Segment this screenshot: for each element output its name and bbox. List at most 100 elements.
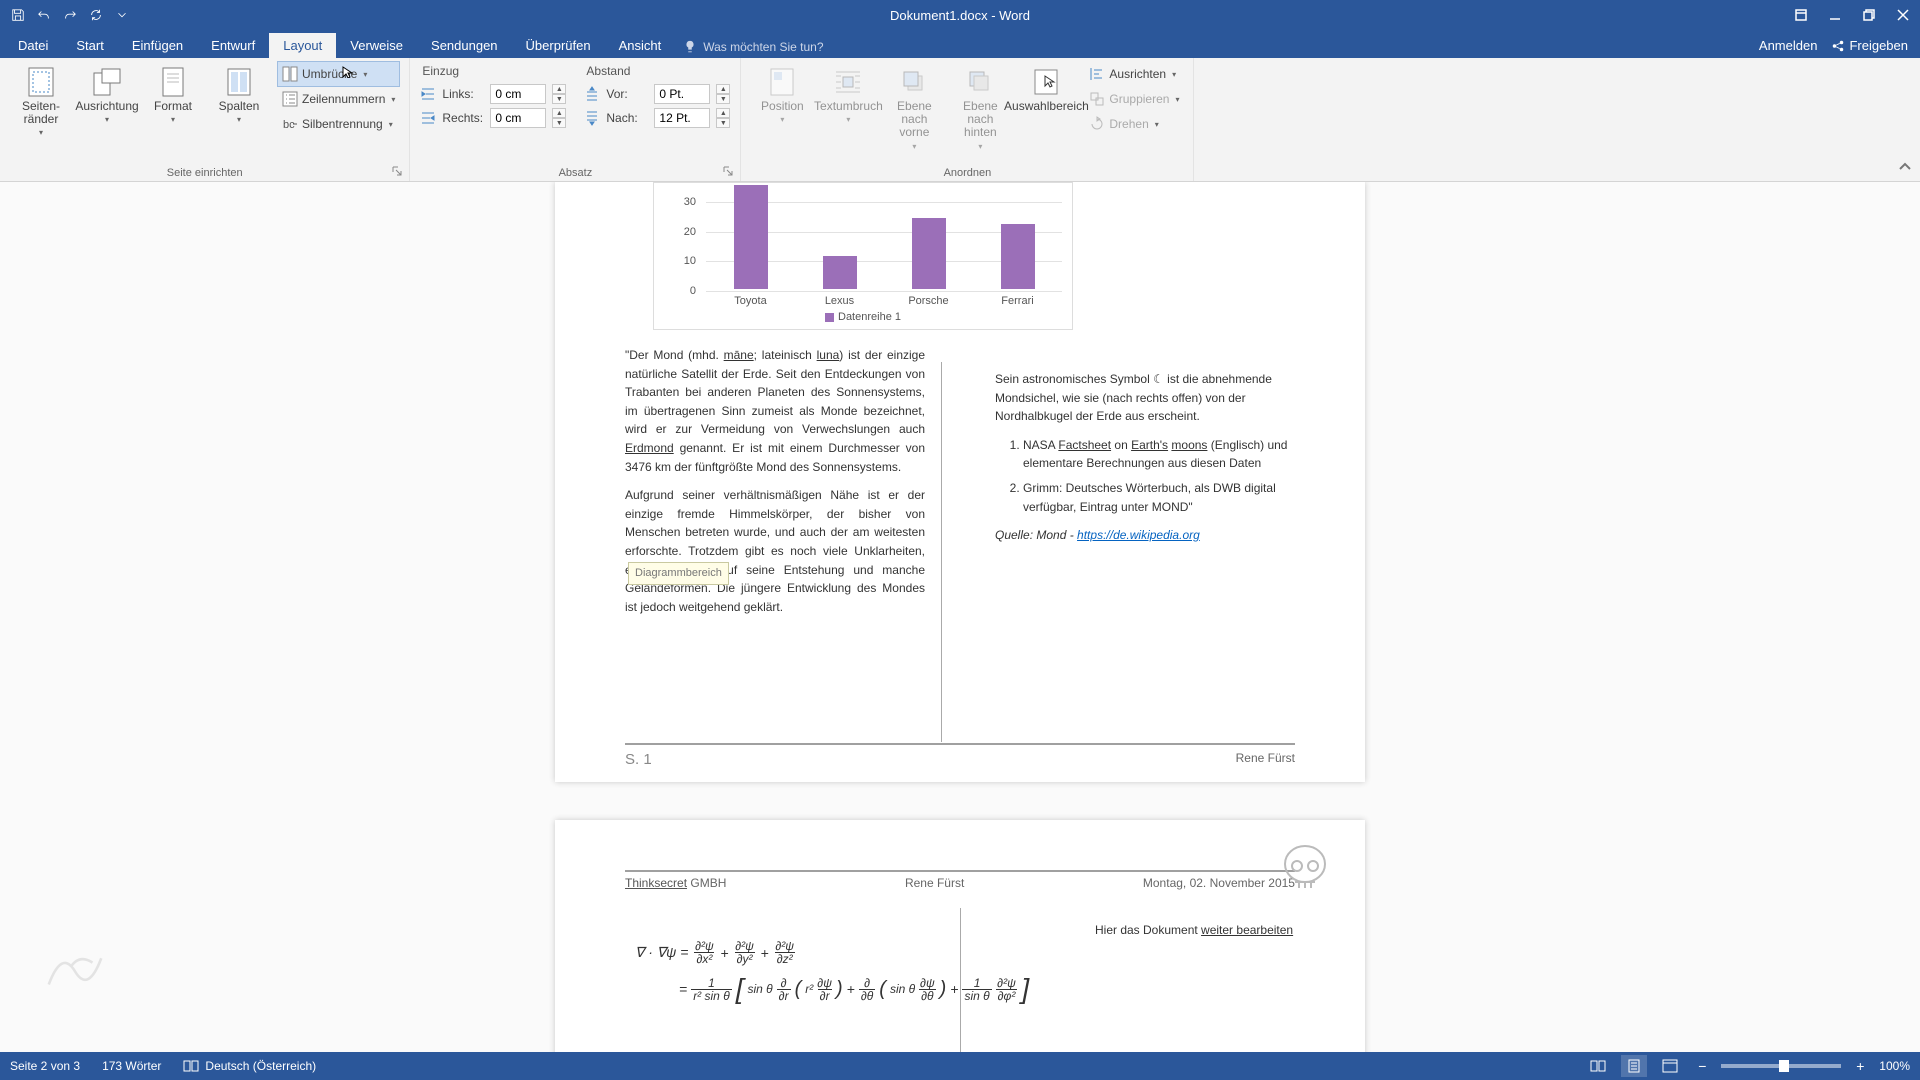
paragraph-launcher[interactable]: [722, 166, 734, 178]
indent-left-field: Links: ▲▼: [420, 82, 566, 106]
status-page[interactable]: Seite 2 von 3: [10, 1059, 80, 1073]
tab-ansicht[interactable]: Ansicht: [605, 33, 676, 58]
spacing-after-icon: [584, 110, 600, 126]
redo-icon[interactable]: [58, 4, 82, 26]
position-icon: [766, 66, 798, 98]
body-text-right[interactable]: Sein astronomisches Symbol ☾ ist die abn…: [995, 370, 1295, 545]
group-icon: [1089, 91, 1105, 107]
spinner-down[interactable]: ▼: [716, 118, 730, 128]
group-seite-einrichten: Seiten- ränder▾ Ausrichtung▾ Format▾ Spa…: [0, 58, 410, 181]
columns-button[interactable]: Spalten▾: [208, 62, 270, 128]
zoom-out-icon[interactable]: −: [1693, 1057, 1711, 1075]
web-layout-icon[interactable]: [1657, 1055, 1683, 1077]
spinner-up[interactable]: ▲: [716, 84, 730, 94]
chart-tooltip: Diagrammbereich: [628, 562, 729, 585]
tell-me-placeholder: Was möchten Sie tun?: [703, 40, 823, 54]
share-button[interactable]: Freigeben: [1831, 38, 1908, 58]
chart-bar: [823, 256, 857, 289]
indent-left-icon: [420, 86, 436, 102]
zoom-level[interactable]: 100%: [1879, 1059, 1910, 1073]
indent-left-input[interactable]: [490, 84, 546, 104]
spinner-up[interactable]: ▲: [552, 108, 566, 118]
spacing-before-field: Vor: ▲▼: [584, 82, 730, 106]
restore-icon[interactable]: [1852, 0, 1886, 30]
size-icon: [157, 66, 189, 98]
spinner-down[interactable]: ▼: [552, 94, 566, 104]
chart-plot: ToyotaLexusPorscheFerrari: [706, 187, 1062, 289]
margins-button[interactable]: Seiten- ränder▾: [10, 62, 72, 141]
print-layout-icon[interactable]: [1621, 1055, 1647, 1077]
zoom-in-icon[interactable]: +: [1851, 1057, 1869, 1075]
columns-icon: [223, 66, 255, 98]
line-numbers-icon: [282, 91, 298, 107]
breaks-button[interactable]: Umbrüche▾: [278, 62, 399, 86]
orientation-button[interactable]: Ausrichtung▾: [76, 62, 138, 128]
align-button[interactable]: Ausrichten▾: [1085, 62, 1183, 86]
page-setup-launcher[interactable]: [391, 166, 403, 178]
chart[interactable]: 0102030 ToyotaLexusPorscheFerrari Datenr…: [653, 182, 1073, 330]
tab-entwurf[interactable]: Entwurf: [197, 33, 269, 58]
hyphenation-icon: bc: [282, 116, 298, 132]
wrap-text-icon: [832, 66, 864, 98]
spacing-after-field: Nach: ▲▼: [584, 106, 730, 130]
minimize-icon[interactable]: [1818, 0, 1852, 30]
spinner-up[interactable]: ▲: [716, 108, 730, 118]
size-button[interactable]: Format▾: [142, 62, 204, 128]
qat-customize-icon[interactable]: [110, 4, 134, 26]
sign-in-button[interactable]: Anmelden: [1759, 38, 1818, 58]
tell-me-search[interactable]: Was möchten Sie tun?: [683, 40, 823, 58]
page2-note[interactable]: Hier das Dokument weiter bearbeiten: [1095, 923, 1295, 937]
tab-layout[interactable]: Layout: [269, 33, 336, 58]
page-1: 0102030 ToyotaLexusPorscheFerrari Datenr…: [555, 182, 1365, 782]
page-2: Thinksecret GMBH Rene Fürst Montag, 02. …: [555, 820, 1365, 1052]
list-item: NASA Factsheet on Earth's moons (Englisc…: [1023, 436, 1295, 473]
line-numbers-button[interactable]: Zeilennummern▾: [278, 87, 399, 111]
status-words[interactable]: 173 Wörter: [102, 1059, 161, 1073]
quick-access-toolbar: [0, 4, 134, 26]
wikipedia-link[interactable]: https://de.wikipedia.org: [1077, 528, 1200, 542]
equation[interactable]: ∇ · ∇ψ = ∂²ψ∂x² + ∂²ψ∂y² + ∂²ψ∂z² = 1r² …: [635, 940, 1029, 1005]
sync-icon[interactable]: [84, 4, 108, 26]
position-button[interactable]: Position▾: [751, 62, 813, 128]
undo-icon[interactable]: [32, 4, 56, 26]
wrap-text-button[interactable]: Textumbruch▾: [817, 62, 879, 128]
spinner-up[interactable]: ▲: [552, 84, 566, 94]
collapse-ribbon-icon[interactable]: [1898, 160, 1912, 177]
status-language[interactable]: Deutsch (Österreich): [183, 1059, 316, 1073]
chart-category-label: Porsche: [899, 295, 959, 307]
send-backward-button[interactable]: Ebene nach hinten▾: [949, 62, 1011, 155]
column-divider: [941, 362, 942, 742]
tab-ueberpruefen[interactable]: Überprüfen: [512, 33, 605, 58]
tab-verweise[interactable]: Verweise: [336, 33, 417, 58]
chart-bar: [912, 218, 946, 289]
chart-legend: Datenreihe 1: [654, 311, 1072, 323]
group-anordnen: Position▾ Textumbruch▾ Ebene nach vorne▾…: [741, 58, 1194, 181]
indent-right-input[interactable]: [490, 108, 546, 128]
body-text-left[interactable]: "Der Mond (mhd. māne; lateinisch luna) i…: [625, 346, 925, 616]
bring-forward-button[interactable]: Ebene nach vorne▾: [883, 62, 945, 155]
save-icon[interactable]: [6, 4, 30, 26]
list-item: Grimm: Deutsches Wörterbuch, als DWB dig…: [1023, 479, 1295, 516]
tab-sendungen[interactable]: Sendungen: [417, 33, 512, 58]
selection-pane-button[interactable]: Auswahlbereich: [1015, 62, 1077, 117]
tab-datei[interactable]: Datei: [4, 33, 62, 58]
read-mode-icon[interactable]: [1585, 1055, 1611, 1077]
spacing-before-input[interactable]: [654, 84, 710, 104]
rotate-icon: [1089, 116, 1105, 132]
tab-start[interactable]: Start: [62, 33, 117, 58]
share-icon: [1831, 39, 1845, 53]
spacing-after-input[interactable]: [654, 108, 710, 128]
spinner-down[interactable]: ▼: [716, 94, 730, 104]
hyphenation-button[interactable]: bc Silbentrennung▾: [278, 112, 399, 136]
tab-einfuegen[interactable]: Einfügen: [118, 33, 197, 58]
indent-heading: Einzug: [420, 62, 566, 82]
close-icon[interactable]: [1886, 0, 1920, 30]
title-bar: Dokument1.docx - Word: [0, 0, 1920, 30]
document-title: Dokument1.docx - Word: [890, 8, 1030, 23]
ribbon-display-options-icon[interactable]: [1784, 0, 1818, 30]
book-icon: [183, 1059, 199, 1073]
spinner-down[interactable]: ▼: [552, 118, 566, 128]
document-canvas[interactable]: 0102030 ToyotaLexusPorscheFerrari Datenr…: [0, 182, 1920, 1052]
chart-y-axis: 0102030: [654, 187, 702, 289]
zoom-slider[interactable]: [1721, 1064, 1841, 1068]
